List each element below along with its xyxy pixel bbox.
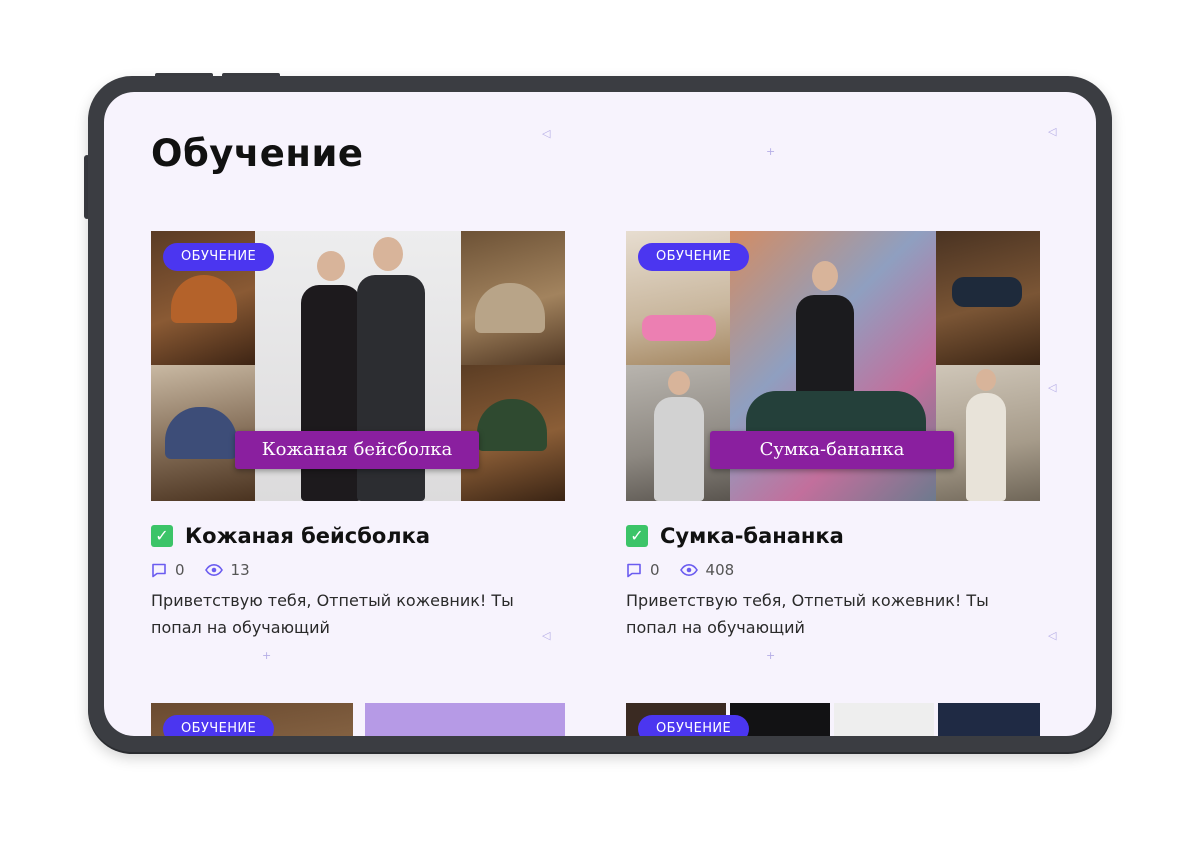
thumbnail-photo (365, 703, 565, 736)
thumbnail-photo (668, 371, 690, 395)
card-excerpt: Приветствую тебя, Отпетый кожевник! Ты п… (151, 591, 514, 637)
tablet-frame: ◁ + ◁ ◁ ◁ ◁ + + Обучение ОБУЧЕНИЕ Кожана… (88, 76, 1112, 752)
page-title: Обучение (151, 132, 364, 175)
sparkle-icon: ◁ (1048, 381, 1057, 394)
card-meta: 0 408 (626, 561, 754, 579)
sparkle-icon: ◁ (1048, 629, 1057, 642)
thumbnail-photo (642, 315, 716, 341)
thumbnail-caption: Сумка-бананка (710, 431, 954, 469)
thumbnail-photo (976, 369, 996, 391)
comment-icon (152, 563, 166, 578)
eye-icon (679, 563, 698, 577)
sparkle-icon: ◁ (1048, 125, 1057, 138)
category-badge: ОБУЧЕНИЕ (163, 715, 275, 736)
thumbnail-photo (834, 703, 934, 736)
thumbnail-photo (952, 277, 1022, 307)
checkbox-checked-icon: ✓ (626, 525, 648, 547)
eye-icon (204, 563, 223, 577)
card-title[interactable]: Кожаная бейсболка (185, 524, 430, 548)
thumbnail-caption: Кожаная бейсболка (235, 431, 479, 469)
screen: ◁ + ◁ ◁ ◁ ◁ + + Обучение ОБУЧЕНИЕ Кожана… (104, 92, 1096, 736)
thumbnail-photo (317, 251, 345, 281)
course-card[interactable]: ОБУЧЕНИЕ (151, 703, 565, 736)
category-badge: ОБУЧЕНИЕ (638, 715, 750, 736)
course-thumbnail[interactable]: ОБУЧЕНИЕ (151, 703, 565, 736)
comment-count: 0 (175, 561, 185, 579)
course-thumbnail[interactable]: ОБУЧЕНИЕ (626, 703, 1040, 736)
card-title[interactable]: Сумка-бананка (660, 524, 844, 548)
course-card[interactable]: ОБУЧЕНИЕ Сумка-бананка ✓ Сумка-бананка 0… (626, 231, 1040, 671)
card-meta: 0 13 (151, 561, 270, 579)
card-title-row[interactable]: ✓ Кожаная бейсболка (151, 521, 430, 551)
course-thumbnail[interactable]: ОБУЧЕНИЕ Кожаная бейсболка (151, 231, 565, 501)
thumbnail-photo (938, 703, 1040, 736)
comment-icon (627, 563, 641, 578)
course-thumbnail[interactable]: ОБУЧЕНИЕ Сумка-бананка (626, 231, 1040, 501)
comment-count: 0 (650, 561, 660, 579)
thumbnail-photo (812, 261, 838, 291)
course-card[interactable]: ОБУЧЕНИЕ (626, 703, 1040, 736)
view-count: 13 (230, 561, 250, 579)
course-card[interactable]: ОБУЧЕНИЕ Кожаная бейсболка ✓ Кожаная бей… (151, 231, 565, 671)
card-excerpt: Приветствую тебя, Отпетый кожевник! Ты п… (626, 591, 989, 637)
category-badge: ОБУЧЕНИЕ (638, 243, 750, 271)
thumbnail-photo (654, 397, 704, 501)
sparkle-icon: ◁ (542, 127, 551, 140)
thumbnail-photo (373, 237, 403, 271)
sparkle-icon: + (766, 145, 776, 158)
checkbox-checked-icon: ✓ (151, 525, 173, 547)
category-badge: ОБУЧЕНИЕ (163, 243, 275, 271)
thumbnail-photo (966, 393, 1006, 501)
card-title-row[interactable]: ✓ Сумка-бананка (626, 521, 844, 551)
view-count: 408 (705, 561, 735, 579)
